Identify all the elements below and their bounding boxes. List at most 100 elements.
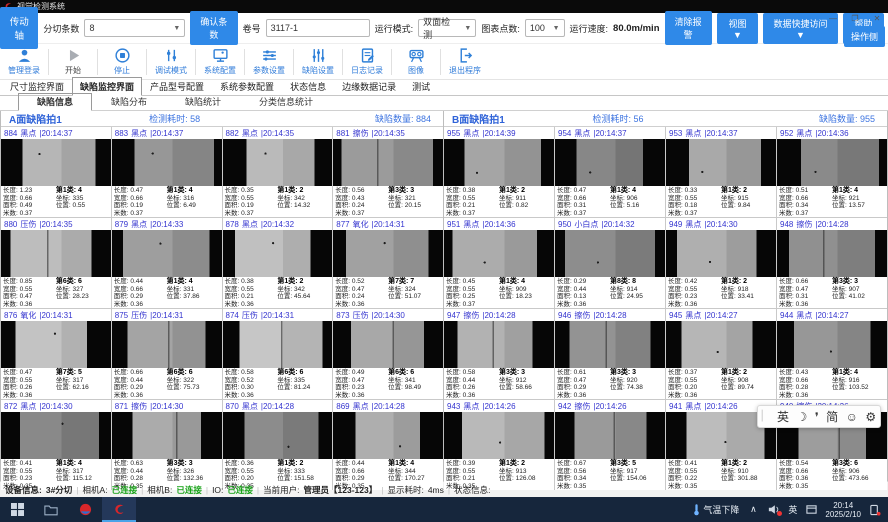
defect-card[interactable]: 947 擦伤 |20:14:28 长度: 0.58宽度: 0.44面积: 0.2… [444, 309, 554, 399]
tab-5[interactable]: 边缘数据记录 [334, 77, 404, 95]
stat-class: 第3类: 3 [167, 460, 220, 468]
taskbar-app-explorer[interactable] [34, 497, 68, 522]
defect-card[interactable]: 950 小白点 |20:14:32 长度: 0.29宽度: 0.44面积: 0.… [555, 218, 665, 308]
stat-position: 位置: 103.52 [832, 384, 885, 392]
start-button[interactable] [0, 497, 34, 522]
defect-card[interactable]: 880 压伤 |20:14:35 长度: 0.85宽度: 0.55面积: 0.4… [1, 218, 111, 308]
action-label: 图像 [408, 65, 424, 76]
ime-lang-button[interactable]: 英 [777, 408, 789, 425]
defect-card[interactable]: 948 擦伤 |20:14:28 长度: 0.66宽度: 0.47面积: 0.3… [777, 218, 887, 308]
defect-card[interactable]: 952 黑点 |20:14:36 长度: 0.51宽度: 0.66面积: 0.3… [777, 127, 887, 217]
defect-card-grid: 884 黑点 |20:14:37 长度: 1.23宽度: 0.66面积: 0.4… [1, 127, 443, 490]
defect-card[interactable]: 874 压伤 |20:14:31 长度: 0.58宽度: 0.52面积: 0.3… [223, 309, 333, 399]
defect-card[interactable]: 883 黑点 |20:14:37 长度: 0.47宽度: 0.66面积: 0.1… [112, 127, 222, 217]
transmission-button[interactable]: 传动轴 [0, 7, 38, 49]
stat-meters: 米数: 0.35 [668, 483, 721, 491]
defect-card[interactable]: 884 黑点 |20:14:37 长度: 1.23宽度: 0.66面积: 0.4… [1, 127, 111, 217]
ime-toolbar[interactable]: ▏ 英 ☽ ❜ 简 ☺ ⚙ [757, 405, 881, 428]
stats-left-column: 长度: 0.52宽度: 0.47面积: 0.24米数: 0.36 [335, 278, 388, 308]
defect-type: 擦伤 [574, 401, 590, 412]
defect-stats: 长度: 0.47宽度: 0.66面积: 0.19米数: 0.37 第1类: 4坐… [112, 186, 222, 217]
stats-left-column: 长度: 0.37宽度: 0.55面积: 0.20米数: 0.36 [668, 369, 721, 399]
stats-left-column: 长度: 0.38宽度: 0.55面积: 0.21米数: 0.37 [446, 187, 499, 217]
stat-area: 面积: 0.24 [335, 293, 388, 301]
action-camera[interactable]: 图像 [394, 46, 438, 77]
taskbar-app-inspection[interactable] [102, 497, 136, 522]
tray-device-icon[interactable] [868, 504, 882, 516]
action-debug-sliders[interactable]: 调试模式 [149, 46, 193, 77]
ime-language-indicator[interactable]: 英 [788, 503, 797, 516]
defect-card[interactable]: 945 黑点 |20:14:27 长度: 0.37宽度: 0.55面积: 0.2… [666, 309, 776, 399]
defect-card[interactable]: 872 黑点 |20:14:30 长度: 0.41宽度: 0.55面积: 0.2… [1, 400, 111, 490]
ime-punct-icon[interactable]: ❜ [815, 410, 819, 424]
defect-card[interactable]: 881 擦伤 |20:14:35 长度: 0.56宽度: 0.43面积: 0.2… [333, 127, 443, 217]
view-menu-button[interactable]: 视图 ▼ [717, 13, 758, 44]
action-play[interactable]: 开始 [51, 46, 95, 77]
stats-left-column: 长度: 0.33宽度: 0.55面积: 0.18米数: 0.37 [668, 187, 721, 217]
roll-input[interactable] [266, 19, 370, 37]
action-sliders-v[interactable]: 缺陷设置 [296, 46, 340, 77]
action-monitor[interactable]: 系统配置 [198, 46, 242, 77]
clear-alarm-button[interactable]: 清除报警 [665, 11, 712, 45]
taskbar-app-sogou[interactable] [68, 497, 102, 522]
defect-card[interactable]: 879 黑点 |20:14:33 长度: 0.44宽度: 0.66面积: 0.2… [112, 218, 222, 308]
defect-time: |20:14:31 [261, 311, 294, 320]
ime-simplified-button[interactable]: 简 [826, 408, 838, 425]
defect-card[interactable]: 954 黑点 |20:14:37 长度: 0.47宽度: 0.66面积: 0.3… [555, 127, 665, 217]
ime-settings-gear-icon[interactable]: ⚙ [865, 410, 876, 424]
minimize-button[interactable]: — [822, 12, 844, 24]
subtab-3[interactable]: 分类信息统计 [240, 93, 332, 110]
defect-card[interactable]: 951 黑点 |20:14:36 长度: 0.45宽度: 0.55面积: 0.2… [444, 218, 554, 308]
slit-count-select[interactable]: 8▼ [84, 19, 185, 37]
defect-card[interactable]: 882 黑点 |20:14:35 长度: 0.35宽度: 0.55面积: 0.1… [223, 127, 333, 217]
defect-card[interactable]: 870 黑点 |20:14:28 长度: 0.36宽度: 0.55面积: 0.2… [223, 400, 333, 490]
tab-6[interactable]: 测试 [404, 77, 438, 95]
defect-id: 879 [115, 220, 128, 229]
stat-coord: 坐标: 331 [167, 286, 220, 294]
weather-widget[interactable]: 气温下降 [693, 503, 739, 516]
subtab-2[interactable]: 缺陷统计 [166, 93, 240, 110]
stat-width: 宽度: 0.55 [3, 286, 56, 294]
close-button[interactable]: ✕ [866, 12, 888, 24]
operate-side-button[interactable]: 操作侧 [844, 26, 885, 47]
maximize-button[interactable]: ❐ [844, 12, 866, 24]
action-stop[interactable]: 停止 [100, 46, 144, 77]
defect-card[interactable]: 944 黑点 |20:14:27 长度: 0.43宽度: 0.66面积: 0.2… [777, 309, 887, 399]
chart-points-select[interactable]: 100▼ [525, 19, 565, 37]
defect-card[interactable]: 873 压伤 |20:14:30 长度: 0.49宽度: 0.47面积: 0.2… [333, 309, 443, 399]
defect-type: 黑点 [353, 401, 369, 412]
stat-position: 位置: 89.74 [721, 384, 774, 392]
run-mode-select[interactable]: 双面检测▼ [418, 19, 476, 37]
defect-card[interactable]: 946 擦伤 |20:14:28 长度: 0.61宽度: 0.47面积: 0.2… [555, 309, 665, 399]
defect-stats: 长度: 0.54宽度: 0.66面积: 0.36米数: 0.35 第3类: 6坐… [777, 459, 887, 490]
action-sliders-h[interactable]: 参数设置 [247, 46, 291, 77]
taskbar-clock[interactable]: 20:14 2025/2/10 [825, 501, 861, 519]
defect-card[interactable]: 876 氧化 |20:14:31 长度: 0.47宽度: 0.55面积: 0.2… [1, 309, 111, 399]
action-user[interactable]: 管理登录 [2, 46, 46, 77]
volume-icon[interactable] [767, 504, 781, 515]
defect-card[interactable]: 871 擦伤 |20:14:30 长度: 0.63宽度: 0.44面积: 0.2… [112, 400, 222, 490]
defect-type: 压伤 [131, 310, 147, 321]
tray-window-icon[interactable] [804, 504, 818, 515]
defect-card[interactable]: 869 黑点 |20:14:28 长度: 0.44宽度: 0.66面积: 0.2… [333, 400, 443, 490]
tray-chevron-icon[interactable]: ∧ [746, 504, 760, 515]
defect-count: 缺陷数量: 884 [375, 112, 435, 125]
defect-card[interactable]: 943 黑点 |20:14:26 长度: 0.39宽度: 0.55面积: 0.2… [444, 400, 554, 490]
confirm-count-button[interactable]: 确认条数 [190, 11, 237, 45]
defect-card[interactable]: 942 擦伤 |20:14:26 长度: 0.67宽度: 0.56面积: 0.3… [555, 400, 665, 490]
defect-card[interactable]: 877 氧化 |20:14:31 长度: 0.52宽度: 0.47面积: 0.2… [333, 218, 443, 308]
stat-position: 位置: 126.08 [499, 475, 552, 483]
subtab-0[interactable]: 缺陷信息 [18, 93, 92, 111]
stats-right-column: 第6类: 6坐标: 341位置: 98.49 [388, 369, 441, 399]
defect-card[interactable]: 953 黑点 |20:14:37 长度: 0.33宽度: 0.55面积: 0.1… [666, 127, 776, 217]
defect-card[interactable]: 955 黑点 |20:14:39 长度: 0.38宽度: 0.55面积: 0.2… [444, 127, 554, 217]
action-log[interactable]: 日志记录 [345, 46, 389, 77]
defect-card[interactable]: 878 黑点 |20:14:32 长度: 0.38宽度: 0.55面积: 0.2… [223, 218, 333, 308]
divider: | [141, 485, 143, 495]
ime-emoji-icon[interactable]: ☺ [846, 410, 858, 424]
defect-card[interactable]: 875 压伤 |20:14:31 长度: 0.66宽度: 0.44面积: 0.2… [112, 309, 222, 399]
ime-moon-icon[interactable]: ☽ [796, 410, 807, 424]
action-exit[interactable]: 退出程序 [443, 46, 487, 77]
defect-card[interactable]: 949 黑点 |20:14:30 长度: 0.42宽度: 0.55面积: 0.2… [666, 218, 776, 308]
subtab-1[interactable]: 缺陷分布 [92, 93, 166, 110]
